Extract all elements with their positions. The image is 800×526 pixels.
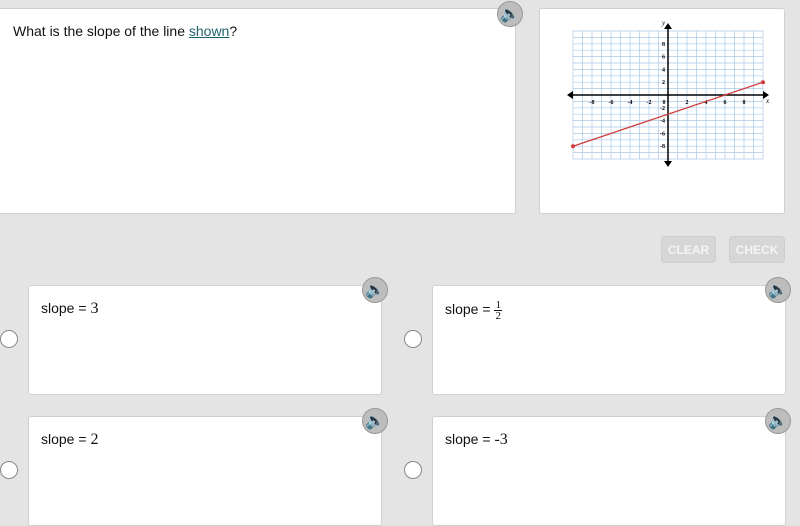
answer-option-2[interactable]: slope = 12: [432, 285, 786, 395]
speaker-icon[interactable]: 🔈: [362, 408, 388, 434]
speaker-icon[interactable]: 🔈: [497, 1, 523, 27]
clear-button[interactable]: CLEAR: [661, 236, 716, 263]
answer-option-4[interactable]: slope = -3: [432, 416, 786, 526]
radio-option-4[interactable]: [404, 461, 422, 479]
y-axis-label: y: [661, 19, 666, 27]
y-tick-label: -8: [660, 144, 665, 150]
speaker-icon[interactable]: 🔈: [362, 277, 388, 303]
radio-option-2[interactable]: [404, 330, 422, 348]
speaker-icon[interactable]: 🔈: [765, 277, 791, 303]
radio-option-3[interactable]: [0, 461, 18, 479]
x-tick-label: 6: [724, 100, 727, 106]
x-axis-label: x: [765, 97, 770, 105]
question-text: What is the slope of the line shown?: [13, 23, 238, 39]
y-tick-label: -2: [660, 106, 665, 112]
x-axis-arrow: [567, 91, 573, 99]
x-tick-label: -8: [590, 100, 595, 106]
answer-option-1[interactable]: slope = 3: [28, 285, 382, 395]
fraction: 12: [494, 299, 502, 322]
y-axis-arrow: [664, 23, 672, 29]
y-axis-arrow: [664, 161, 672, 167]
y-tick-label: -4: [660, 119, 665, 125]
y-tick-label: 4: [662, 67, 665, 73]
x-tick-label: -4: [628, 100, 633, 106]
speaker-icon[interactable]: 🔈: [765, 408, 791, 434]
shown-link[interactable]: shown: [189, 23, 229, 39]
x-tick-label: -6: [609, 100, 614, 106]
y-tick-label: 8: [662, 42, 665, 48]
x-tick-label: 8: [743, 100, 746, 106]
radio-option-1[interactable]: [0, 330, 18, 348]
x-tick-label: -2: [647, 100, 652, 106]
graph-card: -8 -6 -4 -2 0 2 4 6 8 8 6 4 2 -2 -4 -6 -8 x y: [539, 8, 785, 214]
y-tick-label: 2: [662, 80, 665, 86]
check-button[interactable]: CHECK: [729, 236, 785, 263]
line-arrow: [571, 144, 575, 149]
question-card: What is the slope of the line shown?: [0, 8, 516, 214]
answer-option-3[interactable]: slope = 2: [28, 416, 382, 526]
line-arrow: [761, 80, 765, 85]
coordinate-graph: -8 -6 -4 -2 0 2 4 6 88642-2-4-6-8xy: [567, 19, 770, 167]
y-tick-label: -6: [660, 131, 665, 137]
y-tick-label: 6: [662, 55, 665, 61]
x-tick-label: 2: [686, 100, 689, 106]
